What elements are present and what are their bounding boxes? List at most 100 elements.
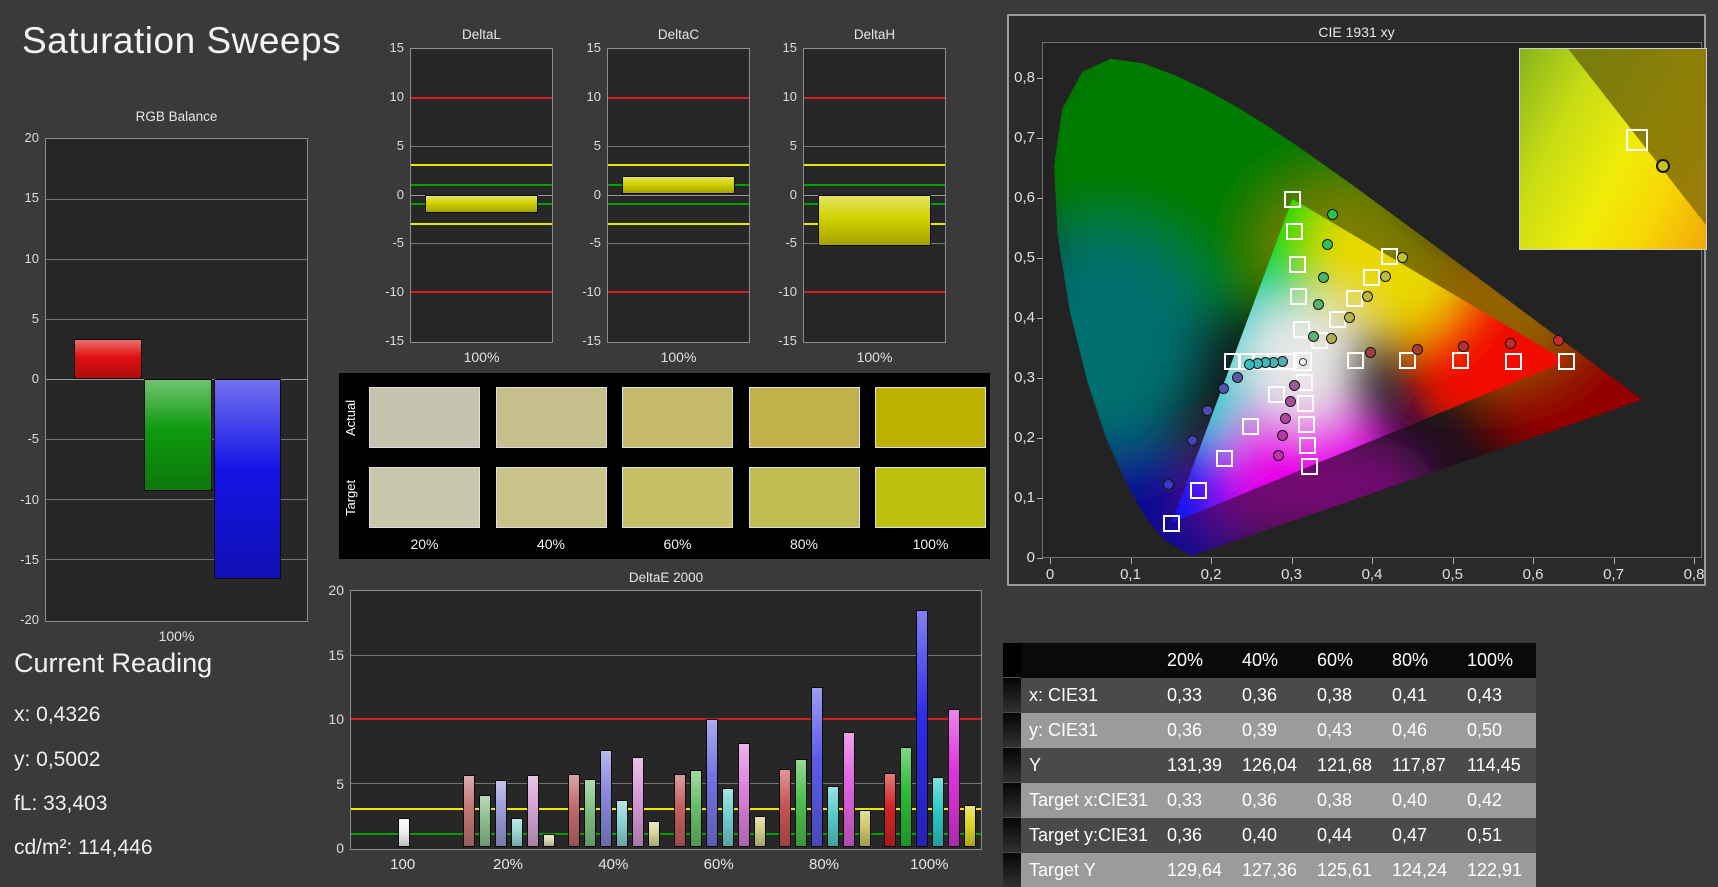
red-limit-line — [351, 718, 981, 720]
x-tickmark — [1211, 558, 1212, 564]
rgb-balance-bar-red — [73, 339, 143, 379]
table-value-cell: 0,36 — [1161, 818, 1236, 853]
axis-tick-label: 15 — [782, 40, 797, 55]
table-value-cell: 0,36 — [1161, 713, 1236, 748]
deltae2000-title: DeltaE 2000 — [628, 570, 704, 585]
x-tick-label: 0,7 — [1603, 566, 1624, 583]
axis-tick-label: 0 — [336, 840, 344, 856]
deltae-group-label: 20% — [492, 856, 524, 873]
cie-measured-dot-yellow — [1344, 311, 1356, 323]
cie-measured-dot-red — [1411, 343, 1423, 355]
x-tick-label: 0,1 — [1120, 566, 1141, 583]
rgb-balance-title: RGB Balance — [135, 109, 218, 124]
swatch-target-60% — [622, 467, 733, 528]
cie-target-square-blue — [1267, 385, 1285, 403]
x-tick-label: 0 — [1045, 566, 1055, 583]
gridline — [46, 319, 307, 320]
deltac-chart — [607, 48, 750, 343]
axis-tick-label: 5 — [789, 137, 797, 153]
yellow-limit-line — [411, 164, 552, 167]
table-header-cell: 80% — [1386, 643, 1461, 678]
table-value-cell: 0,50 — [1461, 713, 1536, 748]
table-row-label: y: CIE31 — [1021, 713, 1161, 748]
table-value-cell: 122,91 — [1461, 853, 1536, 887]
swatch-comparison-panel: Actual Target 20% 40% 60% 80% 100% — [339, 373, 990, 559]
rgb-balance-xlabel: 100% — [158, 628, 195, 644]
y-tick-label: 0,6 — [1014, 189, 1035, 206]
table-strip-cell — [1003, 783, 1021, 818]
deltah-chart — [803, 48, 946, 343]
cie-measured-dot-magenta — [1276, 429, 1288, 441]
deltae-bar-green — [479, 794, 491, 847]
cie-white-point-dot — [1298, 357, 1307, 366]
cie-inset-target-square — [1626, 129, 1649, 151]
deltae-bar-blue — [600, 749, 613, 847]
axis-tick-label: -10 — [385, 284, 404, 300]
y-tickmark — [1037, 378, 1043, 379]
swatch-actual-20% — [369, 387, 480, 448]
rgb-balance-bar-blue — [213, 379, 282, 580]
axis-tick-label: -15 — [582, 333, 601, 348]
swatch-target-40% — [495, 467, 607, 528]
axis-tick-label: 0 — [396, 186, 404, 202]
axis-tick-label: 10 — [586, 88, 601, 104]
green-limit-line — [411, 183, 552, 186]
y-tick-label: 0,7 — [1014, 129, 1035, 146]
cie-target-square-red — [1557, 352, 1575, 370]
axis-tick-label: -10 — [778, 284, 797, 300]
table-value-cell: 125,61 — [1311, 853, 1386, 887]
table-row-label: Y — [1021, 748, 1161, 783]
red-limit-line — [804, 290, 945, 293]
table-value-cell: 124,24 — [1386, 853, 1461, 887]
deltae-group-label: 100% — [910, 856, 949, 873]
deltae2000-chart — [350, 590, 982, 850]
axis-tick-label: 10 — [389, 88, 404, 104]
table-value-cell: 0,38 — [1311, 678, 1386, 713]
y-tickmark — [1037, 558, 1043, 559]
deltae-bar-red — [568, 774, 581, 847]
green-limit-line — [608, 203, 749, 206]
cie-target-square-blue — [1215, 449, 1233, 467]
x-tick-label: 0,3 — [1281, 566, 1302, 583]
cie-target-square-magenta — [1296, 395, 1314, 413]
table-strip-cell — [1003, 643, 1021, 678]
cie-measured-dot-green — [1317, 272, 1329, 284]
cie-target-square-blue — [1189, 482, 1207, 500]
cie-measured-dot-magenta — [1284, 395, 1296, 407]
cie-measured-dot-red — [1458, 340, 1470, 352]
deltae-bar-green — [584, 779, 597, 847]
x-tickmark — [1452, 558, 1454, 564]
table-strip-cell — [1003, 853, 1021, 887]
table-row: Target y:CIE31 0,36 0,40 0,44 0,47 0,51 — [1003, 818, 1536, 853]
table-header-row: 20% 40% 60% 80% 100% — [1003, 643, 1536, 678]
axis-tick-label: 15 — [328, 646, 344, 663]
swatch-percent-label: 60% — [663, 536, 692, 552]
gridline — [411, 146, 552, 147]
deltae-bar-magenta — [632, 757, 645, 847]
axis-tick-label: 15 — [24, 190, 39, 206]
table-strip-cell — [1003, 713, 1021, 748]
table-row: y: CIE31 0,36 0,39 0,43 0,46 0,50 — [1003, 713, 1536, 748]
x-tick-label: 0,2 — [1200, 566, 1222, 583]
table-row-label: Target Y — [1021, 853, 1161, 887]
swatch-actual-100% — [875, 387, 986, 448]
table-value-cell: 0,36 — [1236, 678, 1311, 713]
yellow-limit-line — [608, 164, 749, 167]
swatch-percent-label: 20% — [410, 536, 439, 552]
y-tick-label: 0,1 — [1014, 489, 1035, 506]
gridline — [351, 655, 981, 656]
table-value-cell: 129,64 — [1161, 853, 1236, 887]
deltal-chart — [410, 48, 553, 343]
deltae-bar-blue — [916, 610, 929, 847]
yellow-limit-line — [411, 222, 552, 225]
delta-chart-xlabel: 100% — [856, 349, 893, 365]
deltae-bar-white — [397, 817, 410, 847]
x-tickmark — [1050, 558, 1051, 564]
cie-target-square-blue — [1163, 514, 1181, 532]
deltae-bar-cyan — [721, 788, 734, 847]
deltae-bar-red — [673, 774, 686, 847]
deltae-bar-magenta — [948, 708, 961, 847]
page-title: Saturation Sweeps — [22, 20, 342, 61]
table-header-cell: 20% — [1161, 643, 1236, 678]
deltae-bar-red — [463, 775, 475, 847]
